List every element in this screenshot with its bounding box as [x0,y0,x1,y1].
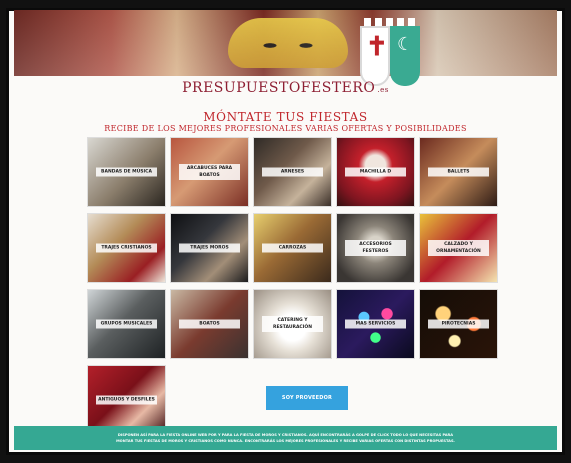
category-tile-pirotecnias[interactable]: PIROTECNIAS [419,289,498,359]
category-tile-machilla[interactable]: MACHILLA D [336,137,415,207]
category-tile-carrozas[interactable]: CARROZAS [253,213,332,283]
category-tile-antiguos[interactable]: ANTIGUOS Y DESFILES [87,365,166,435]
category-label: CALZADO Y ORNAMENTACIÓN [428,240,489,256]
category-tile-arneses[interactable]: ARNESES [253,137,332,207]
category-label: CATERING Y RESTAURACIÓN [262,316,323,332]
category-tile-bandas[interactable]: BANDAS DE MÚSICA [87,137,166,207]
category-label: GRUPOS MUSICALES [96,319,157,329]
category-label: BALLETS [428,167,489,177]
category-tile-grupos-musicales[interactable]: GRUPOS MUSICALES [87,289,166,359]
category-label: PIROTECNIAS [428,319,489,329]
logo-suffix: .es [377,86,389,94]
category-label: ANTIGUOS Y DESFILES [96,395,157,405]
category-tile-boatos[interactable]: BOATOS [170,289,249,359]
category-label: TRAJES MOROS [179,243,240,253]
category-tile-calzado[interactable]: CALZADO Y ORNAMENTACIÓN [419,213,498,283]
category-label: BOATOS [179,319,240,329]
category-label: TRAJES CRISTIANOS [96,243,157,253]
crescent-icon: ☾ [397,34,414,55]
category-tile-accesorios[interactable]: ACCESORIOS FESTEROS [336,213,415,283]
soy-proveedor-button[interactable]: SOY PROVEEDOR [266,386,348,410]
category-label: CARROZAS [262,243,323,253]
category-tile-ballets[interactable]: BALLETS [419,137,498,207]
category-label: ARNESES [262,167,323,177]
hero-overlay [14,10,557,76]
category-tile-trajes-cristianos[interactable]: TRAJES CRISTIANOS [87,213,166,283]
category-label: ACCESORIOS FESTEROS [345,240,406,256]
site-logo[interactable]: PRESUPUESTOFESTERO .es [0,80,571,96]
footer-bar: DISPONEN ASÍ PARA LA FIESTA ONLINE WEB P… [14,426,557,450]
page-headline: MÓNTATE TUS FIESTAS [203,110,368,124]
cross-icon: ✝ [366,32,388,62]
category-label: MACHILLA D [345,167,406,177]
category-label: ARCABUCES PARA BOATOS [179,164,240,180]
category-tile-catering[interactable]: CATERING Y RESTAURACIÓN [253,289,332,359]
category-label: MAS SERVICIOS [345,319,406,329]
page-subheadline: RECIBE DE LOS MEJORES PROFESIONALES VARI… [104,124,467,133]
footer-text-line-2: MONTAR TUS FIESTAS DE MOROS Y CRISTIANOS… [116,439,455,443]
hero-banner [14,10,557,76]
category-tile-mas-servicios[interactable]: MAS SERVICIOS [336,289,415,359]
category-tile-arcabuces[interactable]: ARCABUCES PARA BOATOS [170,137,249,207]
logo-text: PRESUPUESTOFESTERO [182,80,376,96]
category-label: BANDAS DE MÚSICA [96,167,157,177]
category-tile-trajes-moros[interactable]: TRAJES MOROS [170,213,249,283]
